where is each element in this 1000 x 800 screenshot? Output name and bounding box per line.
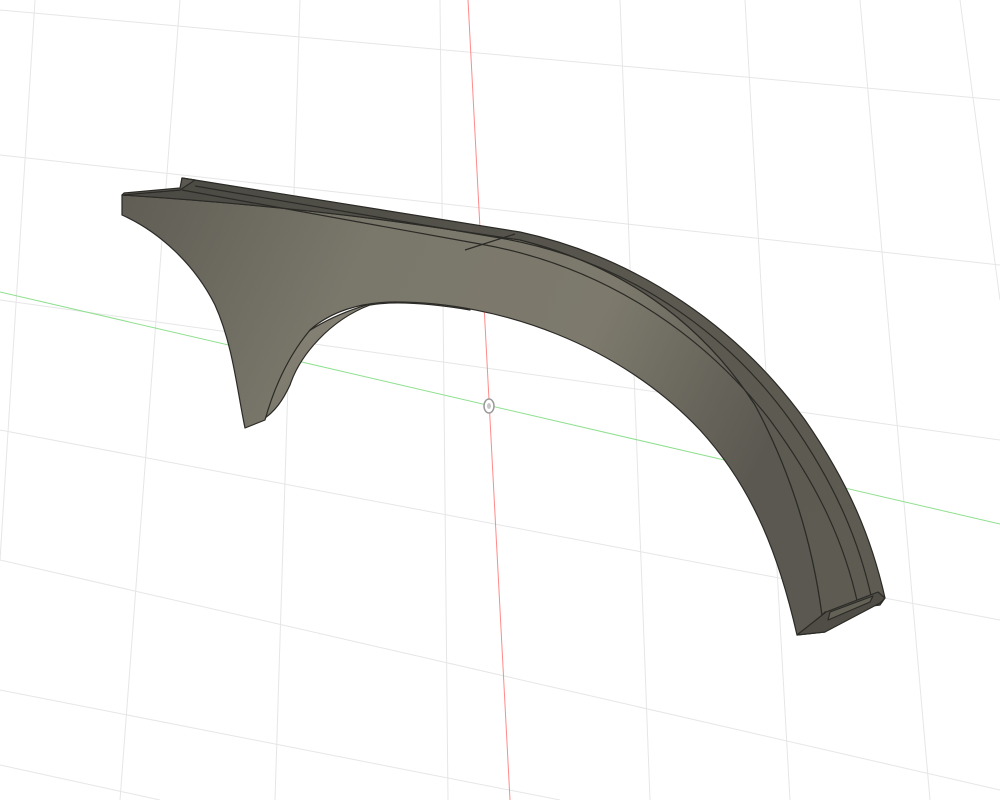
fender-model[interactable] [121,177,886,636]
origin-point-icon[interactable] [483,398,495,414]
viewport-canvas[interactable] [0,0,1000,800]
3d-viewport[interactable] [0,0,1000,800]
construction-grid [0,0,1000,800]
y-axis-line [0,291,1000,525]
fender-side-face[interactable] [121,194,826,636]
